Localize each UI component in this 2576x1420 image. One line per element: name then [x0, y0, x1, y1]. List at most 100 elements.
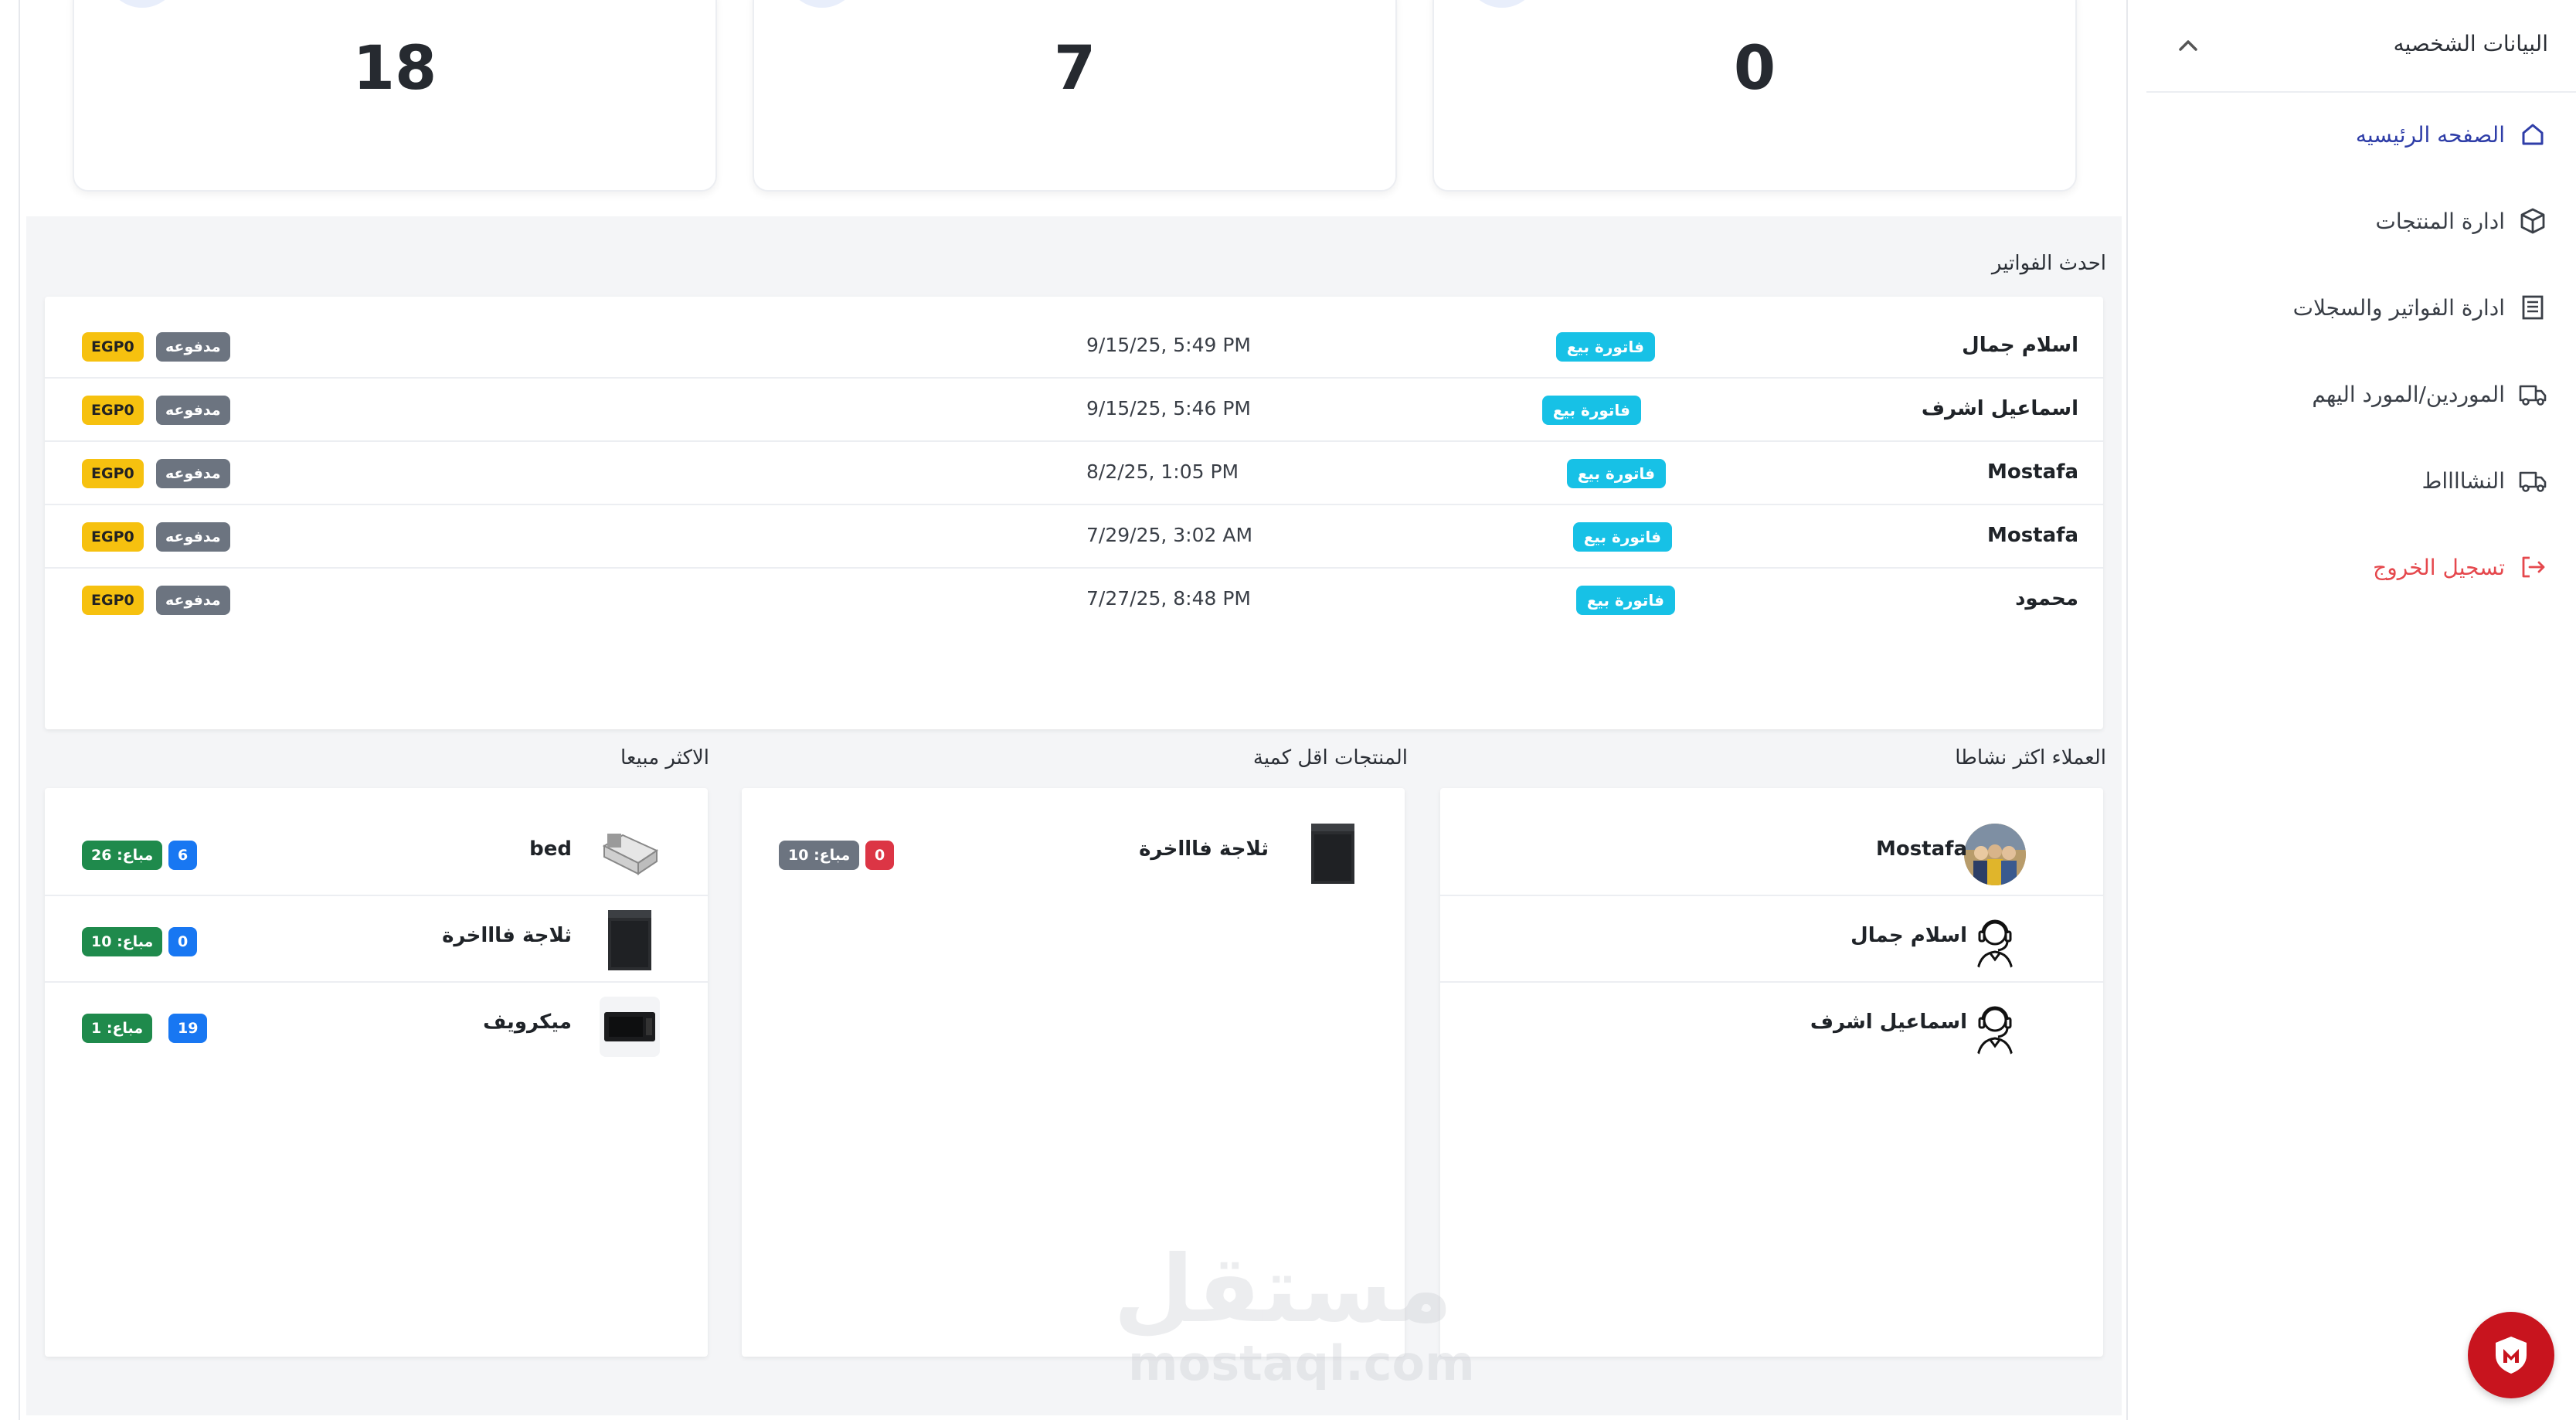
invoice-amount-badge: EGP0: [82, 396, 144, 425]
box-icon: [2520, 208, 2545, 234]
logout-icon: [2522, 556, 2545, 578]
invoice-type-badge: فاتورة بيع: [1572, 522, 1672, 552]
product-name: ثلاجة فاااخرة: [1139, 837, 1269, 861]
support-agent-icon: [1964, 997, 2026, 1058]
sidebar-item-products[interactable]: ادارة المنتجات: [2376, 198, 2548, 244]
sidebar-item-label: ادارة الفواتير والسجلات: [2292, 294, 2505, 321]
stat-card: 18: [73, 0, 717, 192]
main-content: 18 7 0 احدث الفواتير اسلام جمال فاتورة ب…: [19, 0, 2128, 1420]
sidebar-item-label: النشااااط: [2421, 467, 2505, 494]
photo-avatar-image: [1964, 824, 2026, 885]
sidebar-item-label: ادارة المنتجات: [2375, 208, 2505, 234]
fridge-thumbnail: [1303, 824, 1363, 884]
best-sellers-title: الاكثر مبيعا: [620, 746, 709, 769]
bed-thumbnail: [600, 824, 660, 884]
stat-value: 7: [1053, 34, 1096, 104]
stat-value: 0: [1733, 34, 1776, 104]
sidebar-item-logout[interactable]: تسجيل الخروج: [2373, 544, 2548, 590]
sold-count-badge: مباع: 1: [82, 1014, 153, 1043]
shield-icon: [2496, 1337, 2527, 1374]
sidebar: البيانات الشخصيه الصفحه الرئيسيه ادارة ا…: [2146, 0, 2576, 1420]
stock-qty-badge: 0: [168, 927, 198, 956]
invoice-customer: Mostafa: [1986, 460, 2078, 484]
invoice-status-badge: مدفوعه: [156, 396, 230, 425]
product-name: bed: [529, 837, 572, 861]
stock-qty-badge: 19: [168, 1014, 208, 1043]
invoice-date: 9/15/25, 5:49 PM: [1086, 334, 1252, 356]
stat-card: 0: [1432, 0, 2077, 192]
sidebar-header-title: البيانات الشخصيه: [2393, 31, 2548, 56]
sidebar-item-invoices[interactable]: ادارة الفواتير والسجلات: [2293, 284, 2548, 331]
invoice-icon: [2522, 295, 2544, 320]
sidebar-item-label: الموردين/المورد اليهم: [2312, 381, 2505, 407]
customer-item[interactable]: اسلام جمال: [1440, 896, 2103, 983]
invoice-amount-badge: EGP0: [82, 332, 144, 362]
invoice-status-badge: مدفوعه: [156, 459, 230, 488]
stock-qty-badge: 6: [168, 841, 198, 870]
invoice-type-badge: فاتورة بيع: [1575, 586, 1675, 615]
truck-icon: [2519, 385, 2547, 406]
invoice-row[interactable]: Mostafa فاتورة بيع 7/29/25, 3:02 AM مدفو…: [45, 505, 2103, 569]
dashboard-content: احدث الفواتير اسلام جمال فاتورة بيع 9/15…: [26, 216, 2122, 1415]
microwave-thumbnail: [600, 997, 660, 1057]
invoice-amount-badge: EGP0: [82, 586, 144, 615]
product-name: ثلاجة فاااخرة: [442, 924, 572, 947]
sold-count-badge: مباع: 10: [82, 927, 163, 956]
invoice-date: 7/27/25, 8:48 PM: [1086, 587, 1252, 610]
stat-icon: [1465, 0, 1539, 8]
low-stock-title: المنتجات اقل كمية: [1252, 746, 1408, 769]
watermark-latin: mostaql.com: [1128, 1335, 1475, 1391]
watermark-arabic: مستقل: [1113, 1236, 1453, 1344]
product-item[interactable]: ميكرويف 19 مباع: 1: [45, 983, 708, 1069]
product-item[interactable]: ثلاجة فاااخرة 0 مباع: 10: [45, 896, 708, 983]
sidebar-item-label: الصفحه الرئيسيه: [2355, 121, 2505, 148]
invoices-panel: اسلام جمال فاتورة بيع 9/15/25, 5:49 PM م…: [45, 297, 2103, 729]
sidebar-item-activity[interactable]: النشااااط: [2421, 457, 2548, 504]
stat-icon: [785, 0, 859, 8]
customer-name: Mostafa: [1875, 837, 1967, 861]
invoice-status-badge: مدفوعه: [156, 332, 230, 362]
invoices-list: اسلام جمال فاتورة بيع 9/15/25, 5:49 PM م…: [45, 315, 2103, 632]
active-customers-panel: Mostafa اسلام جمال اسماعيل اشرف: [1440, 788, 2103, 1357]
fridge-icon: [1311, 824, 1354, 884]
active-customers-title: العملاء اكثر نشاطا: [1955, 746, 2106, 769]
chevron-up-icon[interactable]: [2171, 28, 2205, 62]
sidebar-item-home[interactable]: الصفحه الرئيسيه: [2356, 111, 2548, 158]
truck-icon: [2519, 471, 2547, 492]
product-item[interactable]: ثلاجة فاااخرة 0 مباع: 10: [742, 810, 1405, 896]
invoice-customer: Mostafa: [1986, 524, 2078, 547]
invoice-row[interactable]: محمود فاتورة بيع 7/27/25, 8:48 PM مدفوعه…: [45, 569, 2103, 632]
stat-value: 18: [352, 34, 437, 104]
fridge-icon: [608, 910, 651, 970]
invoice-row[interactable]: اسماعيل اشرف فاتورة بيع 9/15/25, 5:46 PM…: [45, 379, 2103, 442]
best-sellers-panel: bed 6 مباع: 26 ثلاجة فاااخرة 0 مباع: 10: [45, 788, 708, 1357]
invoices-title: احدث الفواتير: [1991, 252, 2106, 275]
sidebar-header[interactable]: البيانات الشخصيه: [2146, 0, 2576, 93]
fridge-thumbnail: [600, 910, 660, 970]
invoice-date: 9/15/25, 5:46 PM: [1086, 397, 1252, 420]
security-shield-button[interactable]: [2468, 1312, 2554, 1398]
customer-name: اسلام جمال: [1850, 924, 1967, 947]
invoice-type-badge: فاتورة بيع: [1566, 459, 1666, 488]
invoice-date: 8/2/25, 1:05 PM: [1086, 460, 1239, 483]
sidebar-item-suppliers[interactable]: الموردين/المورد اليهم: [2312, 371, 2548, 417]
sold-count-badge: مباع: 10: [779, 841, 860, 870]
product-item[interactable]: bed 6 مباع: 26: [45, 810, 708, 896]
invoice-customer: اسماعيل اشرف: [1921, 397, 2078, 420]
invoice-row[interactable]: اسلام جمال فاتورة بيع 9/15/25, 5:49 PM م…: [45, 315, 2103, 379]
customer-name: اسماعيل اشرف: [1810, 1011, 1967, 1034]
support-agent-icon-svg: [1976, 919, 2014, 970]
customer-item[interactable]: Mostafa: [1440, 810, 2103, 896]
invoice-amount-badge: EGP0: [82, 522, 144, 552]
customer-item[interactable]: اسماعيل اشرف: [1440, 983, 2103, 1069]
support-agent-icon-svg: [1976, 1006, 2014, 1056]
invoice-type-badge: فاتورة بيع: [1555, 332, 1655, 362]
bed-icon: [602, 834, 659, 875]
sold-count-badge: مباع: 26: [82, 841, 163, 870]
sidebar-item-label: تسجيل الخروج: [2373, 554, 2505, 580]
product-name: ميكرويف: [483, 1011, 572, 1034]
invoice-status-badge: مدفوعه: [156, 586, 230, 615]
stat-icon: [105, 0, 179, 8]
stat-card: 7: [753, 0, 1397, 192]
invoice-row[interactable]: Mostafa فاتورة بيع 8/2/25, 1:05 PM مدفوع…: [45, 442, 2103, 505]
